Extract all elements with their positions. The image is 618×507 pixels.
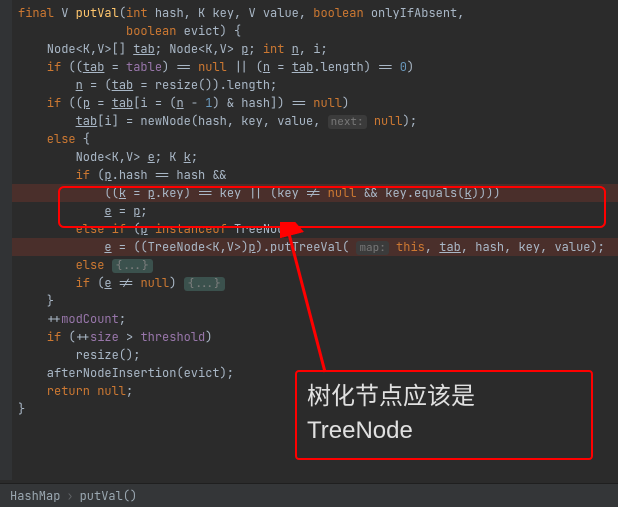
code-line[interactable]: tab[i] = newNode(hash, key, value, next:… (0, 112, 618, 130)
code-line[interactable]: } (0, 400, 618, 418)
code-line[interactable]: final V putVal(int hash, K key, V value,… (0, 4, 618, 22)
code-line[interactable]: if (p.hash == hash && (0, 166, 618, 184)
fold-marker[interactable]: {...} (112, 259, 153, 273)
code-line[interactable]: ++modCount; (0, 310, 618, 328)
code-line[interactable]: else if (p instanceof TreeNode) (0, 220, 618, 238)
parameter-hint: next: (328, 115, 367, 129)
breadcrumb[interactable]: HashMap › putVal() (0, 483, 618, 507)
code-line[interactable]: if (e != null) {...} (0, 274, 618, 292)
code-line[interactable]: e = p; (0, 202, 618, 220)
breadcrumb-item[interactable]: HashMap (10, 488, 60, 504)
code-line[interactable]: boolean evict) { (0, 22, 618, 40)
code-line[interactable]: else { (0, 130, 618, 148)
code-line[interactable]: return null; (0, 382, 618, 400)
code-line[interactable]: Node<K,V>[] tab; Node<K,V> p; int n, i; (0, 40, 618, 58)
code-line[interactable]: e = ((TreeNode<K,V>)p).putTreeVal( map: … (0, 238, 618, 256)
code-editor[interactable]: final V putVal(int hash, K key, V value,… (0, 0, 618, 480)
gutter (0, 0, 12, 480)
code-line[interactable]: else {...} (0, 256, 618, 274)
chevron-right-icon: › (66, 488, 73, 504)
code-line[interactable]: Node<K,V> e; K k; (0, 148, 618, 166)
parameter-hint: map: (356, 241, 388, 255)
fold-marker[interactable]: {...} (184, 277, 225, 291)
code-line[interactable]: if ((p = tab[i = (n - 1) & hash]) == nul… (0, 94, 618, 112)
code-line[interactable]: if ((tab = table) == null || (n = tab.le… (0, 58, 618, 76)
breadcrumb-item[interactable]: putVal() (80, 488, 138, 504)
code-line[interactable]: resize(); (0, 346, 618, 364)
code-line[interactable]: afterNodeInsertion(evict); (0, 364, 618, 382)
code-line[interactable]: ((k = p.key) == key || (key != null && k… (0, 184, 618, 202)
code-line[interactable]: if (++size > threshold) (0, 328, 618, 346)
code-line[interactable]: } (0, 292, 618, 310)
code-line[interactable]: n = (tab = resize()).length; (0, 76, 618, 94)
